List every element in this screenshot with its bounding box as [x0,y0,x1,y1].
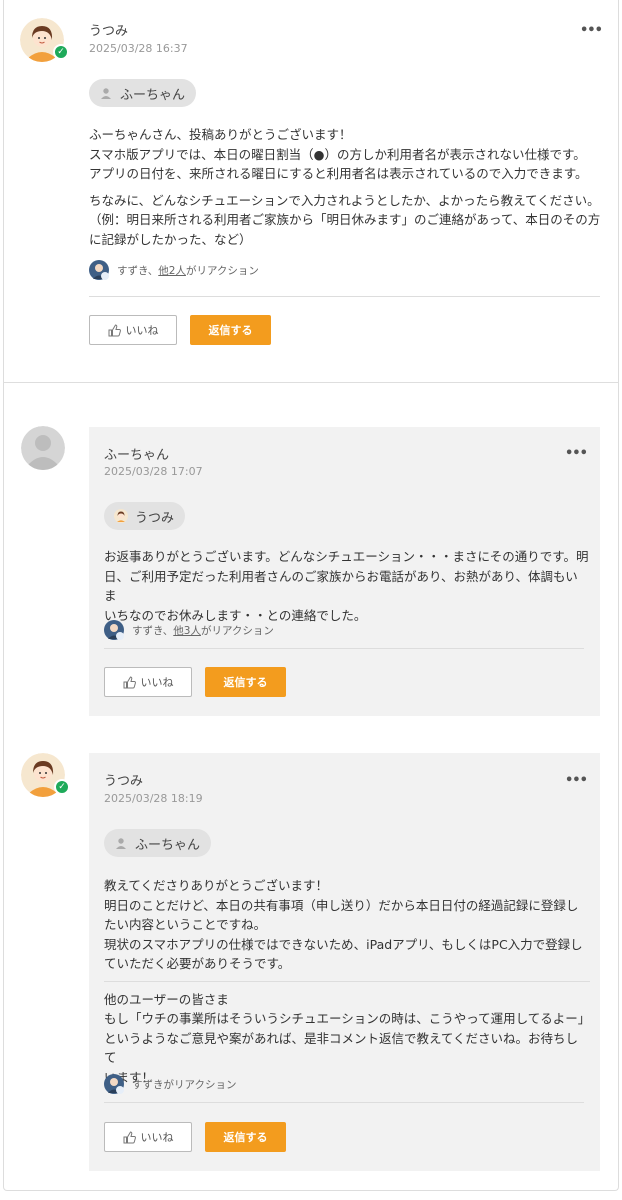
post-date: 2025/03/28 16:37 [89,42,188,55]
post-date: 2025/03/28 18:19 [104,792,203,805]
mention-chip[interactable]: ふーちゃん [89,79,197,107]
reply-button[interactable]: 返信する [205,1122,286,1152]
user-avatar-utsumi[interactable]: ✓ [21,753,70,797]
body-line: 現状のスマホアプリの仕様ではできないため、iPadアプリ、もしくはPC入力で登録… [104,936,583,952]
body-line: スマホ版アプリでは、本日の曜日割当（●）の方しか利用者名が表示されない仕様です。 [89,146,586,162]
body-line: たい内容ということですね。 [104,917,267,932]
like-label: いいね [140,1131,174,1144]
body-line: （例：明日来所される利用者ご家族から「明日休みます」のご連絡があって、本日のその… [89,212,601,227]
body-line: 他のユーザーの皆さま [104,991,229,1007]
like-button[interactable]: いいね [104,1122,192,1152]
reaction-suffix: がリアクション [200,624,274,637]
person-icon [113,835,129,851]
post-divider [104,648,584,649]
reaction-others-link[interactable]: 他2人 [158,263,186,278]
like-button[interactable]: いいね [104,667,192,697]
mention-chip[interactable]: ふーちゃん [104,829,212,857]
body-line: ていただく必要がありそうです。 [104,956,291,971]
body-line: に記録がしたかった、など） [89,231,252,247]
thread-divider [3,382,619,383]
user-avatar-fuchan[interactable] [21,426,65,470]
thumbs-up-icon [123,675,136,689]
person-icon [98,85,114,101]
body-line: というようなご意見や案があれば、是非コメント返信で教えてくださいね。お待ちして [104,1030,579,1066]
more-options-icon[interactable]: ••• [580,23,603,38]
body-line: アプリの日付を、来所される曜日にすると利用者名は表示されているので入力できます。 [89,166,588,181]
user-avatar-mini-icon [113,508,129,524]
mention-name: ふーちゃん [135,837,201,853]
more-options-icon[interactable]: ••• [565,446,588,461]
post-body: 教えてくださりありがとうございます！ 明日のことだけど、本日の共有事項（申し送り… [104,876,590,1087]
reaction-others-link[interactable]: 他3人 [173,623,201,638]
reaction-summary[interactable]: すずき がリアクション [104,1074,236,1094]
mention-chip[interactable]: うつみ [104,502,186,530]
body-line: ふーちゃんさん、投稿ありがとうございます！ [89,127,352,142]
thumbs-up-icon [123,1130,136,1144]
like-button[interactable]: いいね [89,315,177,345]
reaction-suffix: がリアクション [163,1078,237,1091]
reaction-prefix: すずき、 [132,624,174,637]
reply-button[interactable]: 返信する [190,315,271,345]
body-line: ちなみに、どんなシチュエーションで入力されようとしたか、よかったら教えてください… [89,192,600,208]
post-divider [104,1102,584,1103]
mention-name: ふーちゃん [120,87,186,103]
post-date: 2025/03/28 17:07 [104,465,203,478]
body-divider [104,980,590,982]
body-line: 明日のことだけど、本日の共有事項（申し送り）だから本日日付の経過記録に登録し [104,897,579,913]
body-line: 日、ご利用予定だった利用者さんのご家族からお電話があり、お熱があり、体調もいま [104,568,578,604]
verified-check-icon: ✓ [54,779,70,795]
reply-button[interactable]: 返信する [205,667,286,697]
like-label: いいね [140,676,174,689]
reaction-prefix: すずき [132,1078,164,1091]
post-author[interactable]: ふーちゃん [104,444,169,463]
reaction-summary[interactable]: すずき、 他2人 がリアクション [89,260,259,280]
reaction-suffix: がリアクション [185,264,259,277]
post-divider [89,296,600,297]
post-author[interactable]: うつみ [104,770,143,789]
mention-name: うつみ [135,510,175,526]
like-label: いいね [125,324,159,337]
reactor-avatar [104,620,124,640]
verified-check-icon: ✓ [53,44,69,60]
more-options-icon[interactable]: ••• [565,773,588,788]
user-avatar-utsumi[interactable]: ✓ [20,18,69,62]
reaction-summary[interactable]: すずき、 他3人 がリアクション [104,620,274,640]
reactor-avatar [89,260,109,280]
thumbs-up-icon [108,323,121,337]
body-line: もし「ウチの事業所はそういうシチュエーションの時は、こうやって運用してるよー」 [104,1011,591,1026]
reaction-prefix: すずき、 [117,264,159,277]
post-author[interactable]: うつみ [89,20,128,39]
post-body: ふーちゃんさん、投稿ありがとうございます！ スマホ版アプリでは、本日の曜日割当（… [89,125,604,249]
post-body: お返事ありがとうございます。どんなシチュエーション・・・まさにその通りです。明 … [104,547,590,625]
reactor-avatar [104,1074,124,1094]
default-avatar-icon [21,426,65,470]
body-line: お返事ありがとうございます。どんなシチュエーション・・・まさにその通りです。明 [104,549,589,564]
body-line: 教えてくださりありがとうございます！ [104,878,329,893]
